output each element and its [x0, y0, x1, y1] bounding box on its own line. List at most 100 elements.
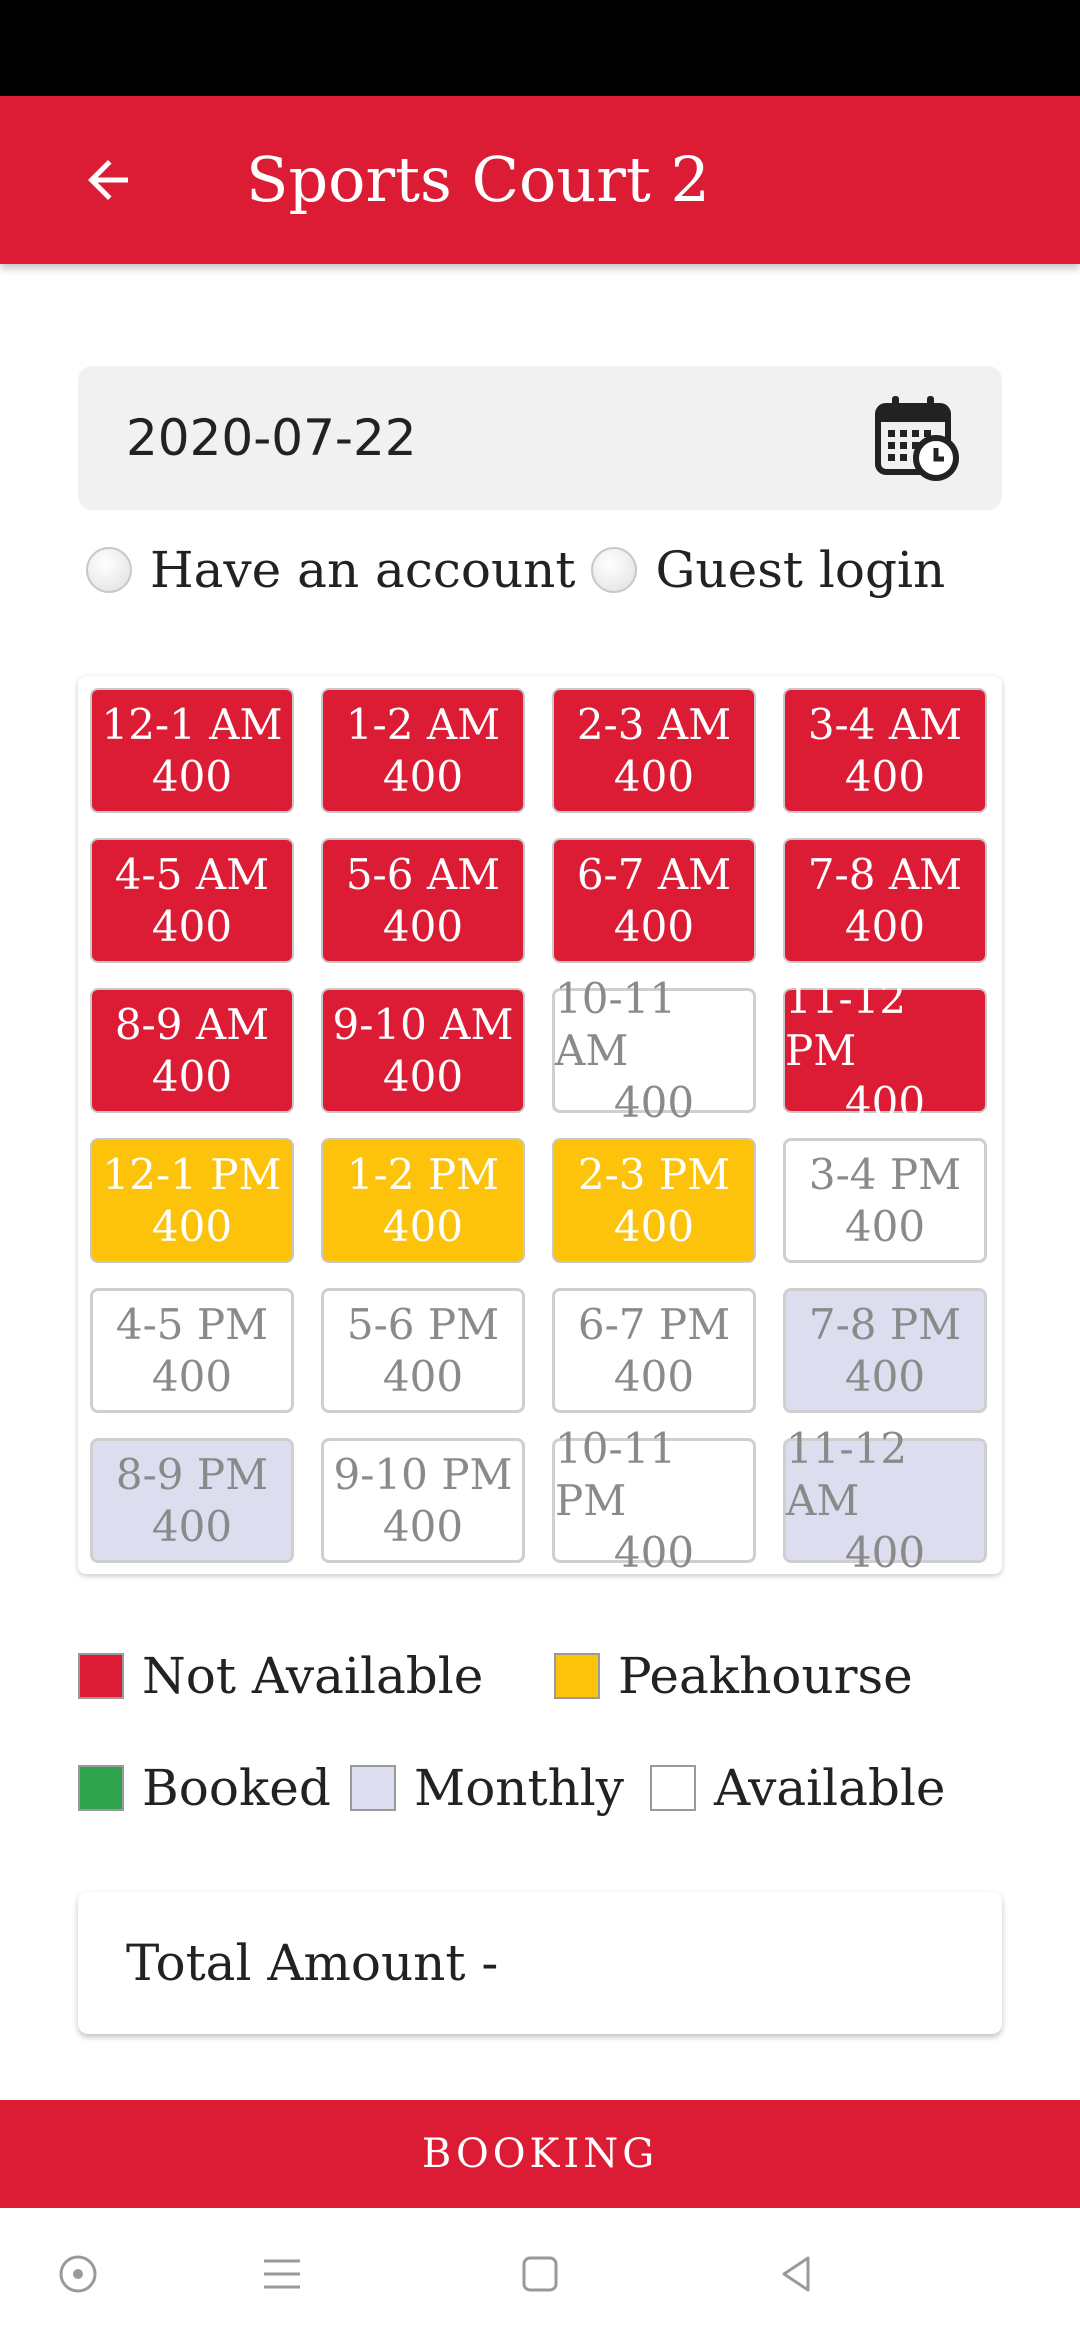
- slot-price: 400: [844, 901, 926, 951]
- have-account-radio[interactable]: [86, 547, 132, 593]
- slot-21[interactable]: 9-10 PM 400: [321, 1438, 525, 1563]
- slot-time: 5-6 PM: [346, 1299, 500, 1349]
- nav-home-button[interactable]: [510, 2244, 570, 2304]
- legend-booked: Booked: [78, 1758, 331, 1818]
- slot-price: 400: [844, 1201, 926, 1251]
- slot-20[interactable]: 8-9 PM 400: [90, 1438, 294, 1563]
- slot-18[interactable]: 6-7 PM 400: [552, 1288, 756, 1413]
- slot-7[interactable]: 7-8 AM 400: [783, 838, 987, 963]
- slot-grid-card: 12-1 AM 400 1-2 AM 400 2-3 AM 400 3-4 AM 400 4-5…: [78, 676, 1002, 1577]
- legend-label-not-available: Not Available: [142, 1647, 484, 1705]
- slot-time: 10-11 AM: [555, 973, 677, 1075]
- slot-15[interactable]: 3-4 PM 400: [783, 1138, 987, 1263]
- slot-time: 8-9 PM: [115, 1449, 269, 1499]
- nav-back-button[interactable]: [766, 2244, 826, 2304]
- slot-time: 2-3 AM: [576, 699, 732, 749]
- legend-swatch-available: [650, 1765, 696, 1811]
- slot-price: 400: [382, 1501, 464, 1551]
- slot-1[interactable]: 1-2 AM 400: [321, 688, 525, 813]
- have-account-label: Have an account: [150, 541, 576, 599]
- slot-4[interactable]: 4-5 AM 400: [90, 838, 294, 963]
- back-triangle-icon: [782, 2256, 810, 2292]
- slot-23[interactable]: 11-12 AM 400: [783, 1424, 987, 1577]
- slot-price: 400: [613, 901, 695, 951]
- slot-price: 400: [382, 1201, 464, 1251]
- slot-22[interactable]: 10-11 PM 400: [552, 1424, 756, 1577]
- slot-time: 8-9 AM: [114, 999, 270, 1049]
- slot-time: 2-3 PM: [577, 1149, 731, 1199]
- slot-time: 1-2 PM: [346, 1149, 500, 1199]
- slot-14[interactable]: 2-3 PM 400: [552, 1138, 756, 1263]
- slot-price: 400: [613, 1201, 695, 1251]
- slot-time: 3-4 AM: [807, 699, 963, 749]
- nav-assistant-button[interactable]: [48, 2244, 108, 2304]
- slot-6[interactable]: 6-7 AM 400: [552, 838, 756, 963]
- booking-button[interactable]: BOOKING: [0, 2100, 1080, 2208]
- guest-login-radio[interactable]: [591, 547, 638, 593]
- legend-swatch-monthly: [350, 1765, 396, 1811]
- date-field[interactable]: 2020-07-22: [78, 366, 1002, 510]
- legend-monthly: Monthly: [350, 1758, 624, 1818]
- slot-11[interactable]: 11-12 PM 400: [783, 974, 987, 1127]
- total-amount-label: Total Amount -: [126, 1934, 499, 1992]
- home-square-icon: [522, 2256, 558, 2292]
- slot-price: 400: [151, 751, 233, 801]
- legend-label-booked: Booked: [142, 1759, 331, 1817]
- slot-price: 400: [844, 751, 926, 801]
- slot-10[interactable]: 10-11 AM 400: [552, 974, 756, 1127]
- slot-price: 400: [613, 1077, 695, 1127]
- legend-label-available: Available: [714, 1759, 946, 1817]
- slot-price: 400: [382, 1051, 464, 1101]
- slot-time: 4-5 AM: [114, 849, 270, 899]
- slot-grid: 12-1 AM 400 1-2 AM 400 2-3 AM 400 3-4 AM 400 4-5…: [90, 688, 990, 1577]
- slot-price: 400: [151, 1051, 233, 1101]
- slot-16[interactable]: 4-5 PM 400: [90, 1288, 294, 1413]
- slot-19[interactable]: 7-8 PM 400: [783, 1288, 987, 1413]
- slot-price: 400: [844, 1527, 926, 1577]
- slot-time: 6-7 AM: [576, 849, 732, 899]
- slot-price: 400: [844, 1351, 926, 1401]
- slot-9[interactable]: 9-10 AM 400: [321, 988, 525, 1113]
- slot-price: 400: [151, 1351, 233, 1401]
- circle-dot-icon: [59, 2255, 97, 2293]
- nav-menu-button[interactable]: [252, 2244, 312, 2304]
- slot-time: 7-8 AM: [807, 849, 963, 899]
- calendar-button[interactable]: [872, 394, 960, 482]
- status-bar: [0, 0, 1080, 96]
- slot-price: 400: [382, 751, 464, 801]
- slot-price: 400: [382, 901, 464, 951]
- slot-time: 9-10 AM: [332, 999, 514, 1049]
- legend-not-available: Not Available: [78, 1646, 483, 1706]
- slot-time: 5-6 AM: [345, 849, 501, 899]
- page-title: Sports Court 2: [246, 143, 710, 216]
- legend-label-peak: Peakhourse: [618, 1647, 913, 1705]
- slot-price: 400: [613, 751, 695, 801]
- app-bar: Sports Court 2: [0, 96, 1080, 264]
- slot-13[interactable]: 1-2 PM 400: [321, 1138, 525, 1263]
- date-value: 2020-07-22: [126, 409, 417, 467]
- login-options: Have an account Guest login: [86, 530, 961, 610]
- legend-available: Available: [650, 1758, 946, 1818]
- slot-12[interactable]: 12-1 PM 400: [90, 1138, 294, 1263]
- slot-3[interactable]: 3-4 AM 400: [783, 688, 987, 813]
- slot-time: 4-5 PM: [115, 1299, 269, 1349]
- back-button[interactable]: [60, 132, 156, 228]
- slot-price: 400: [382, 1351, 464, 1401]
- slot-price: 400: [613, 1527, 695, 1577]
- legend-swatch-not-available: [78, 1653, 124, 1699]
- menu-icon: [264, 2259, 300, 2289]
- slot-price: 400: [151, 1501, 233, 1551]
- legend-label-monthly: Monthly: [414, 1759, 625, 1817]
- slot-0[interactable]: 12-1 AM 400: [90, 688, 294, 813]
- total-amount-card: Total Amount -: [78, 1892, 1002, 2034]
- slot-2[interactable]: 2-3 AM 400: [552, 688, 756, 813]
- slot-price: 400: [613, 1351, 695, 1401]
- slot-price: 400: [151, 1201, 233, 1251]
- slot-5[interactable]: 5-6 AM 400: [321, 838, 525, 963]
- slot-8[interactable]: 8-9 AM 400: [90, 988, 294, 1113]
- legend-swatch-booked: [78, 1765, 124, 1811]
- slot-17[interactable]: 5-6 PM 400: [321, 1288, 525, 1413]
- slot-time: 12-1 AM: [101, 699, 283, 749]
- system-nav-bar: [0, 2208, 1080, 2340]
- slot-time: 6-7 PM: [577, 1299, 731, 1349]
